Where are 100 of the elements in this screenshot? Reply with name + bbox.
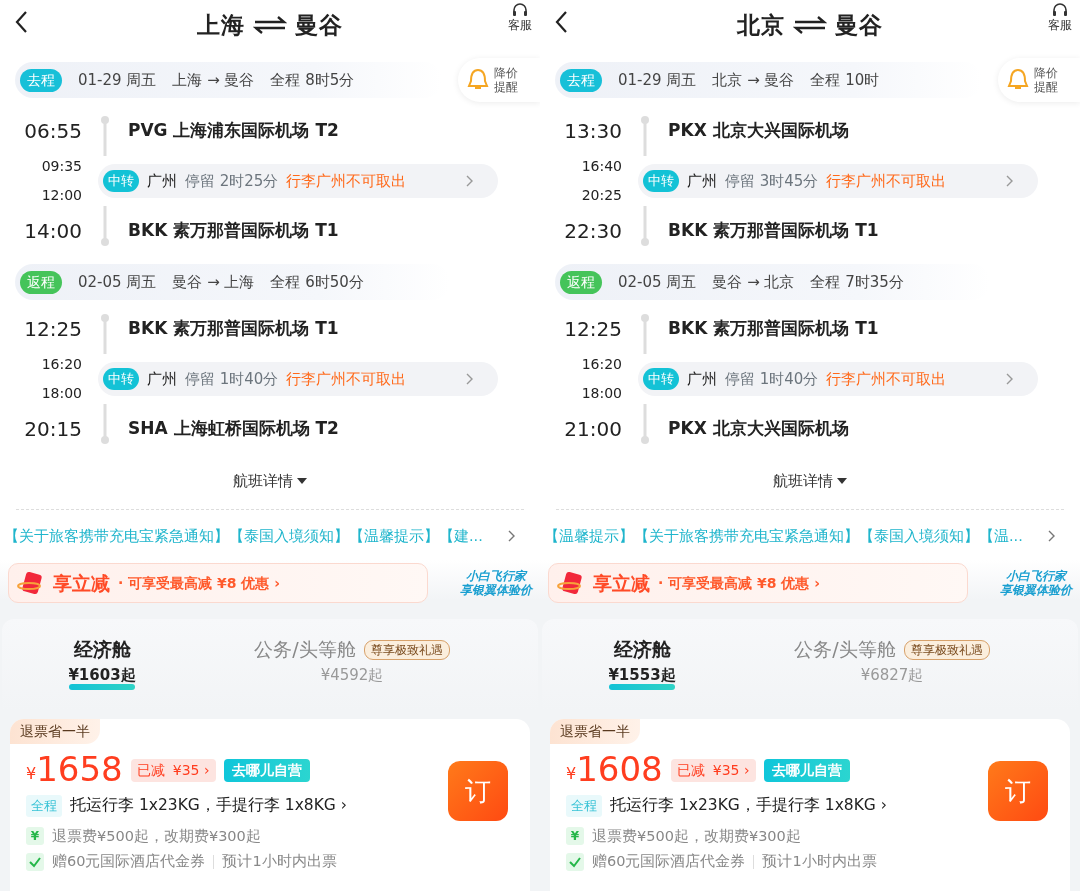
self-operated-badge: 去哪儿自营 xyxy=(763,759,850,783)
swap-icon xyxy=(793,15,827,35)
trip-route: 曼谷 → 上海 xyxy=(172,271,255,293)
cabin-tab[interactable]: 经济舱 ¥1603起 xyxy=(2,619,202,712)
baggage-note: 行李广州不可取出 xyxy=(286,170,407,192)
route-title: 曼谷 xyxy=(295,10,343,40)
discount-label: 已减 xyxy=(676,762,705,779)
baggage-note: 行李广州不可取出 xyxy=(826,368,947,390)
price-alert-label: 降价 xyxy=(494,65,518,80)
airport-name: BKK 素万那普国际机场 T1 xyxy=(128,317,339,341)
departure-time: 20:25 xyxy=(580,186,622,205)
airport-name: BKK 素万那普国际机场 T1 xyxy=(128,219,339,243)
trip-date: 01-29 周五 xyxy=(618,69,697,91)
service-label[interactable]: 客服 xyxy=(1048,19,1072,33)
cabin-tab[interactable]: 公务/头等舱 尊享极致礼遇 ¥4592起 xyxy=(202,619,502,712)
departure-time: 06:55 xyxy=(24,119,82,143)
trip-route: 曼谷 → 北京 xyxy=(712,271,795,293)
currency-sign: ¥ xyxy=(566,764,577,786)
layover-city: 广州 xyxy=(147,368,177,390)
promo-title: 享立减 xyxy=(53,571,110,596)
arrival-time: 09:35 xyxy=(40,157,82,176)
chevron-icon xyxy=(1006,373,1014,385)
airport-name: BKK 素万那普国际机场 T1 xyxy=(668,219,879,243)
chevron-icon[interactable] xyxy=(1048,530,1056,543)
baggage-allowance[interactable]: 托运行李 1x23KG，手提行李 1x8KG › xyxy=(610,794,887,818)
arrival-time: 16:40 xyxy=(580,157,622,176)
baggage-note: 行李广州不可取出 xyxy=(286,368,407,390)
departure-time: 20:15 xyxy=(24,417,82,441)
cabin-price: ¥1603起 xyxy=(68,667,136,683)
trip-tag: 返程 xyxy=(560,270,602,294)
headset-icon[interactable] xyxy=(1051,2,1069,19)
refund-tag: 退票省一半 xyxy=(550,719,640,745)
departure-time: 18:00 xyxy=(580,384,622,403)
trip-scope-tag: 全程 xyxy=(566,795,602,817)
layover-bar[interactable]: 中转 广州 停留 2时25分 行李广州不可取出 xyxy=(98,164,498,198)
envelope-icon xyxy=(17,571,45,596)
route-title: 曼谷 xyxy=(835,10,883,40)
flight-details-link[interactable]: 航班详情 xyxy=(773,470,833,493)
discount-amount: ¥35 › xyxy=(712,762,750,779)
trip-scope-tag: 全程 xyxy=(26,795,62,817)
price-alert-button[interactable]: 降价 提醒 xyxy=(998,58,1080,102)
refund-policy: 退票费¥500起，改期费¥300起 xyxy=(592,826,801,846)
airport-name: SHA 上海虹桥国际机场 T2 xyxy=(128,417,339,441)
cabin-name: 经济舱 xyxy=(613,637,671,663)
trip-duration: 全程 8时5分 xyxy=(270,69,355,91)
price-alert-label: 提醒 xyxy=(494,80,518,95)
cabin-price: ¥6827起 xyxy=(860,667,924,683)
promo-title: 享立减 xyxy=(593,571,650,596)
transfer-tag: 中转 xyxy=(643,170,679,192)
back-icon[interactable] xyxy=(14,10,28,34)
layover-duration: 停留 3时45分 xyxy=(725,170,819,192)
departure-time: 14:00 xyxy=(24,219,82,243)
price-alert-button[interactable]: 降价 提醒 xyxy=(458,58,540,102)
self-operated-badge: 去哪儿自营 xyxy=(223,759,310,783)
trip-tag: 去程 xyxy=(560,68,602,92)
selected-underline xyxy=(69,683,135,690)
trip-duration: 全程 10时 xyxy=(810,69,880,91)
layover-bar[interactable]: 中转 广州 停留 1时40分 行李广州不可取出 xyxy=(98,362,498,396)
check-icon xyxy=(26,853,44,872)
route-title: 上海 xyxy=(197,10,245,40)
swap-icon xyxy=(253,15,287,35)
yen-icon: ¥ xyxy=(26,827,44,846)
route-title: 北京 xyxy=(737,10,785,40)
departure-time: 12:00 xyxy=(40,186,82,205)
transfer-tag: 中转 xyxy=(643,368,679,390)
envelope-icon xyxy=(557,571,585,596)
caret-icon xyxy=(297,478,307,485)
cabin-price: ¥1553起 xyxy=(608,667,676,683)
discount-amount: ¥35 › xyxy=(172,762,210,779)
baggage-allowance[interactable]: 托运行李 1x23KG，手提行李 1x8KG › xyxy=(70,794,347,818)
trip-tag: 去程 xyxy=(20,68,62,92)
cabin-name: 公务/头等舱 xyxy=(254,637,356,663)
layover-city: 广州 xyxy=(147,170,177,192)
discount-label: 已减 xyxy=(136,762,165,779)
cabin-tab[interactable]: 公务/头等舱 尊享极致礼遇 ¥6827起 xyxy=(742,619,1042,712)
back-icon[interactable] xyxy=(554,10,568,34)
fare-price: 1658 xyxy=(36,752,123,787)
perk-badge: 尊享极致礼遇 xyxy=(363,639,450,660)
trip-duration: 全程 6时50分 xyxy=(270,271,364,293)
price-alert-label: 提醒 xyxy=(1034,80,1058,95)
layover-bar[interactable]: 中转 广州 停留 1时40分 行李广州不可取出 xyxy=(638,362,1038,396)
arrival-time: 16:20 xyxy=(580,355,622,374)
flight-details-link[interactable]: 航班详情 xyxy=(233,470,293,493)
trip-duration: 全程 7时35分 xyxy=(810,271,904,293)
cabin-name: 公务/头等舱 xyxy=(794,637,896,663)
arrival-time: 16:20 xyxy=(40,355,82,374)
cabin-tab[interactable]: 经济舱 ¥1553起 xyxy=(542,619,742,712)
departure-time: 18:00 xyxy=(40,384,82,403)
layover-duration: 停留 2时25分 xyxy=(185,170,279,192)
departure-time: 12:25 xyxy=(24,317,82,341)
fare-price: 1608 xyxy=(576,752,663,787)
trip-route: 上海 → 曼谷 xyxy=(172,69,255,91)
headset-icon[interactable] xyxy=(511,2,529,19)
layover-duration: 停留 1时40分 xyxy=(185,368,279,390)
baggage-note: 行李广州不可取出 xyxy=(826,170,947,192)
layover-bar[interactable]: 中转 广州 停留 3时45分 行李广州不可取出 xyxy=(638,164,1038,198)
airport-name: BKK 素万那普国际机场 T1 xyxy=(668,317,879,341)
promo-text: · 可享受最高减 ¥8 优惠 › xyxy=(658,573,821,593)
chevron-icon[interactable] xyxy=(508,530,516,543)
service-label[interactable]: 客服 xyxy=(508,19,532,33)
